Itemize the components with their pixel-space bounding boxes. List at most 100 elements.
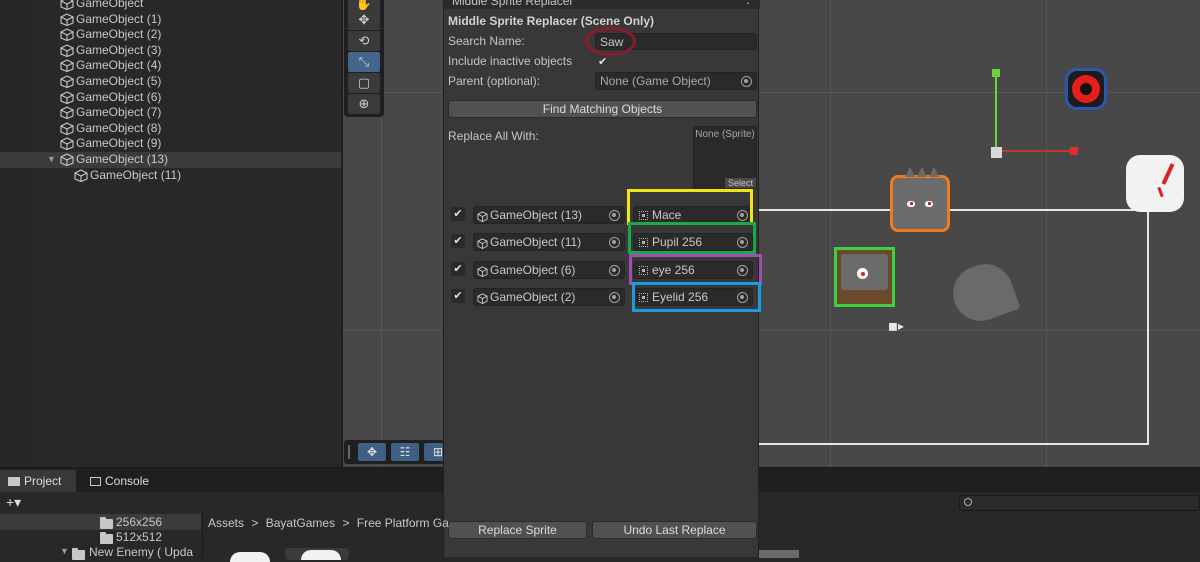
expand-arrow-icon[interactable]: ▼ (47, 152, 56, 167)
row-object-label: GameObject (13) (490, 208, 583, 222)
include-inactive-label: Include inactive objects (448, 54, 573, 68)
move-tool-icon[interactable]: ✥ (348, 10, 380, 30)
scene-bottom-toolbar: ✥ ☷ ⊞ (344, 440, 452, 464)
hierarchy-item-label: GameObject (5) (76, 74, 162, 88)
find-matching-button[interactable]: Find Matching Objects (448, 100, 757, 118)
scene-tools: ✋ ✥ ⟲ ⤡ ▢ ⊕ (344, 0, 384, 117)
gameobject-icon (60, 90, 74, 104)
gizmo-x-axis[interactable] (998, 150, 1073, 152)
object-picker-icon[interactable] (609, 292, 620, 303)
hierarchy-panel: GameObject GameObject (1) GameObject (2) Ga… (0, 0, 341, 467)
include-inactive-checkbox[interactable]: ✔ (598, 55, 607, 68)
gizmo-y-axis[interactable] (995, 73, 997, 151)
gameobject-icon (74, 168, 88, 182)
hierarchy-item[interactable]: GameObject (11) (0, 168, 341, 184)
asset-thumbnail[interactable] (285, 548, 349, 560)
gameobject-icon (60, 137, 74, 151)
object-picker-icon[interactable] (609, 237, 620, 248)
highlight-box (632, 282, 761, 312)
hierarchy-item[interactable]: GameObject (5) (0, 74, 341, 90)
gameobject-icon (60, 44, 74, 57)
add-asset-button[interactable]: +▾ (6, 494, 21, 511)
breadcrumb-item[interactable]: Assets (208, 516, 244, 530)
rotate-tool-icon[interactable]: ⟲ (348, 31, 380, 51)
parent-field[interactable]: None (Game Object) (595, 72, 757, 90)
console-tab-label[interactable]: Console (105, 474, 149, 488)
move-snap-icon[interactable]: ✥ (358, 443, 386, 461)
hierarchy-item-label: GameObject (1) (76, 11, 162, 26)
row-object-field[interactable]: GameObject (13) (473, 206, 625, 224)
white-blob-sprite[interactable] (1126, 155, 1184, 212)
breadcrumb-item[interactable]: Free Platform Ga (357, 516, 449, 530)
hierarchy-item[interactable]: GameObject (1) (0, 12, 341, 28)
gameobject-icon (477, 265, 488, 278)
hierarchy-item[interactable]: GameObject (6) (0, 90, 341, 106)
grid-settings-icon[interactable]: ☷ (391, 443, 419, 461)
transform-tool-icon[interactable]: ⊕ (348, 94, 380, 114)
rect-tool-icon[interactable]: ▢ (348, 73, 380, 93)
replace-all-sprite-slot[interactable]: None (Sprite) Select (693, 126, 757, 189)
row-object-field[interactable]: GameObject (11) (473, 233, 625, 251)
hierarchy-item[interactable]: GameObject (7) (0, 105, 341, 121)
gizmo-center-handle[interactable] (991, 147, 1002, 158)
green-block-enemy-sprite[interactable] (834, 247, 895, 307)
row-object-label: GameObject (6) (490, 263, 576, 277)
hierarchy-item[interactable]: GameObject (4) (0, 58, 341, 74)
replace-sprite-button[interactable]: Replace Sprite (448, 521, 587, 539)
hierarchy-item-label: GameObject (4) (76, 58, 162, 73)
hierarchy-item[interactable]: GameObject (2) (0, 27, 341, 43)
row-checkbox[interactable]: ✔ (451, 262, 465, 276)
row-object-label: GameObject (2) (490, 290, 576, 304)
hierarchy-item-label: GameObject (8) (76, 120, 162, 135)
breadcrumb-separator: > (251, 516, 259, 530)
hierarchy-item[interactable]: GameObject (3) (0, 43, 341, 59)
row-object-field[interactable]: GameObject (2) (473, 288, 625, 306)
project-divider (202, 512, 203, 558)
hierarchy-item[interactable]: ▼ GameObject (13) (0, 152, 341, 168)
hierarchy-item-label: GameObject (3) (76, 42, 162, 57)
gizmo-x-handle[interactable] (1070, 147, 1078, 155)
breadcrumb: Assets > BayatGames > Free Platform Ga (208, 516, 449, 530)
sprite-select-button[interactable]: Select (724, 178, 756, 188)
gameobject-icon (477, 210, 488, 223)
row-checkbox[interactable]: ✔ (451, 234, 465, 248)
highlight-box (627, 189, 753, 225)
hierarchy-item[interactable]: GameObject (0, 0, 341, 12)
expand-arrow-icon[interactable]: ▼ (60, 546, 69, 556)
parent-picker-icon[interactable] (741, 76, 752, 87)
hierarchy-item[interactable]: GameObject (8) (0, 121, 341, 137)
row-checkbox[interactable]: ✔ (451, 289, 465, 303)
camera-icon[interactable]: ◼▸ (888, 320, 904, 332)
window-menu-icon[interactable]: ⋮ (742, 0, 754, 6)
project-panel-right (759, 467, 1200, 558)
target-sprite[interactable] (1065, 68, 1107, 110)
hierarchy-item-label: GameObject (9) (76, 136, 162, 151)
window-tab-label[interactable]: Middle Sprite Replacer (452, 0, 573, 8)
parent-label: Parent (optional): (448, 74, 541, 88)
window-header: Middle Sprite Replacer (Scene Only) (448, 14, 655, 28)
parent-field-value: None (Game Object) (600, 74, 711, 88)
asset-thumbnail[interactable] (230, 552, 270, 562)
folder-label[interactable]: 512x512 (116, 530, 162, 544)
scale-tool-icon[interactable]: ⤡ (348, 52, 380, 72)
object-picker-icon[interactable] (609, 265, 620, 276)
row-checkbox[interactable]: ✔ (451, 207, 465, 221)
sprite-replacer-window: Middle Sprite Replacer ⋮ Middle Sprite R… (443, 0, 762, 557)
folder-label[interactable]: 256x256 (116, 515, 162, 529)
hierarchy-item[interactable]: GameObject (9) (0, 136, 341, 152)
gizmo-y-handle[interactable] (992, 69, 1000, 77)
gameobject-icon (60, 153, 74, 167)
spiked-enemy-sprite[interactable] (890, 167, 950, 232)
level-boundary (749, 209, 1149, 445)
hierarchy-item-label: GameObject (11) (90, 167, 182, 182)
row-object-field[interactable]: GameObject (6) (473, 261, 625, 279)
hierarchy-item-label: GameObject (2) (76, 27, 162, 42)
console-tab-icon (90, 477, 101, 486)
undo-last-replace-button[interactable]: Undo Last Replace (592, 521, 757, 539)
object-picker-icon[interactable] (609, 210, 620, 221)
breadcrumb-item[interactable]: BayatGames (266, 516, 335, 530)
asset-search-field[interactable] (959, 495, 1200, 511)
gameobject-icon (60, 75, 74, 89)
open-folder-icon (72, 548, 85, 560)
project-tab-label[interactable]: Project (24, 474, 61, 488)
